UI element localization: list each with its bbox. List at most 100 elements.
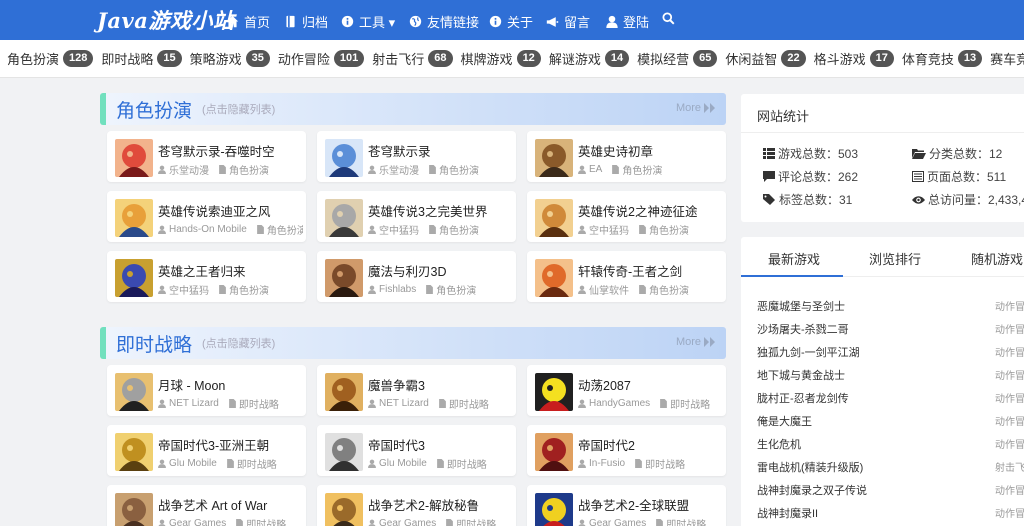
- category-item[interactable]: 格斗游戏 17: [814, 49, 894, 68]
- game-category[interactable]: 角色扮演: [267, 222, 303, 237]
- list-item-title[interactable]: 生化危机: [757, 439, 801, 451]
- list-item[interactable]: 战神封魔录II 动作冒险: [757, 505, 1024, 521]
- game-title[interactable]: 苍穹默示录: [368, 141, 508, 160]
- tab-view-ranking[interactable]: 浏览排行: [869, 249, 921, 268]
- game-category[interactable]: 角色扮演: [439, 222, 479, 237]
- game-title[interactable]: 苍穹默示录-吞噬时空: [158, 141, 298, 160]
- game-thumbnail[interactable]: [535, 373, 573, 411]
- section-toggle-hint[interactable]: (点击隐藏列表): [202, 335, 275, 351]
- game-thumbnail[interactable]: [535, 199, 573, 237]
- game-category[interactable]: 即时战略: [666, 516, 706, 526]
- game-thumbnail[interactable]: [535, 259, 573, 297]
- game-card[interactable]: 英雄传说2之神迹征途 空中猛犸 角色扮演: [527, 191, 726, 242]
- game-title[interactable]: 帝国时代2: [578, 435, 718, 454]
- list-item-title[interactable]: 恶魔城堡与圣剑士: [757, 301, 845, 313]
- game-thumbnail[interactable]: [325, 259, 363, 297]
- game-category[interactable]: 角色扮演: [436, 282, 476, 297]
- list-item-title[interactable]: 俺是大魔王: [757, 416, 812, 428]
- category-item[interactable]: 体育竞技 13: [902, 49, 983, 68]
- game-card[interactable]: 英雄传说索迪亚之风 Hands-On Mobile 角色扮演: [107, 191, 306, 242]
- tab-random-games[interactable]: 随机游戏: [971, 249, 1023, 268]
- game-thumbnail[interactable]: [535, 493, 573, 526]
- game-card[interactable]: 苍穹默示录 乐堂动漫 角色扮演: [317, 131, 516, 182]
- category-item[interactable]: 棋牌游戏 12: [461, 49, 541, 68]
- more-link[interactable]: More: [676, 336, 716, 348]
- game-category[interactable]: 即时战略: [670, 396, 710, 411]
- nav-login[interactable]: 登陆: [605, 12, 649, 31]
- game-thumbnail[interactable]: [115, 199, 153, 237]
- game-title[interactable]: 英雄之王者归来: [158, 261, 298, 280]
- game-title[interactable]: 战争艺术 Art of War: [158, 495, 298, 514]
- list-item-title[interactable]: 雷电战机(精装升级版): [757, 462, 863, 474]
- game-card[interactable]: 帝国时代2 In-Fusio 即时战略: [527, 425, 726, 476]
- game-category[interactable]: 角色扮演: [622, 162, 662, 177]
- category-item[interactable]: 模拟经营 65: [637, 49, 718, 68]
- game-card[interactable]: 英雄传说3之完美世界 空中猛犸 角色扮演: [317, 191, 516, 242]
- game-thumbnail[interactable]: [115, 373, 153, 411]
- game-card[interactable]: 月球 - Moon NET Lizard 即时战略: [107, 365, 306, 416]
- game-card[interactable]: 战争艺术 Art of War Gear Games 即时战略: [107, 485, 306, 526]
- list-item-title[interactable]: 沙场屠夫-杀戮二哥: [757, 324, 849, 336]
- list-item[interactable]: 雷电战机(精装升级版) 射击飞行: [757, 459, 1024, 475]
- game-title[interactable]: 英雄史诗初章: [578, 141, 718, 160]
- game-title[interactable]: 月球 - Moon: [158, 375, 298, 394]
- category-item[interactable]: 赛车竞速25: [990, 49, 1024, 68]
- category-item[interactable]: 休闲益智 22: [725, 49, 806, 68]
- game-category[interactable]: 即时战略: [246, 516, 286, 526]
- site-logo[interactable]: Java游戏小站: [97, 5, 234, 35]
- list-item[interactable]: 地下城与黄金战士 动作冒险: [757, 367, 1024, 383]
- game-category[interactable]: 即时战略: [239, 396, 279, 411]
- game-category[interactable]: 即时战略: [447, 456, 487, 471]
- category-item[interactable]: 动作冒险 101: [278, 49, 365, 68]
- game-thumbnail[interactable]: [325, 373, 363, 411]
- category-item[interactable]: 解谜游戏 14: [549, 49, 630, 68]
- more-link[interactable]: More: [676, 102, 716, 114]
- list-item[interactable]: 生化危机 动作冒险: [757, 436, 1024, 452]
- game-thumbnail[interactable]: [325, 199, 363, 237]
- game-card[interactable]: 魔法与利刃3D Fishlabs 角色扮演: [317, 251, 516, 302]
- game-category[interactable]: 即时战略: [449, 396, 489, 411]
- game-thumbnail[interactable]: [325, 139, 363, 177]
- game-card[interactable]: 魔兽争霸3 NET Lizard 即时战略: [317, 365, 516, 416]
- list-item-title[interactable]: 胧村正-忍者龙剑传: [757, 393, 849, 405]
- game-card[interactable]: 战争艺术2-解放秘鲁 Gear Games 即时战略: [317, 485, 516, 526]
- game-card[interactable]: 英雄之王者归来 空中猛犸 角色扮演: [107, 251, 306, 302]
- game-category[interactable]: 角色扮演: [649, 222, 689, 237]
- game-thumbnail[interactable]: [115, 433, 153, 471]
- game-card[interactable]: 战争艺术2-全球联盟 Gear Games 即时战略: [527, 485, 726, 526]
- game-title[interactable]: 英雄传说索迪亚之风: [158, 201, 298, 220]
- game-thumbnail[interactable]: [115, 259, 153, 297]
- game-title[interactable]: 战争艺术2-全球联盟: [578, 495, 718, 514]
- category-item[interactable]: 角色扮演 128: [7, 49, 94, 68]
- game-category[interactable]: 角色扮演: [229, 282, 269, 297]
- nav-tools[interactable]: 工具 ▾: [341, 12, 395, 31]
- search-button[interactable]: [662, 12, 675, 25]
- nav-friend-links[interactable]: 友情链接: [409, 12, 479, 31]
- nav-guestbook[interactable]: 留言: [546, 12, 590, 31]
- game-title[interactable]: 英雄传说2之神迹征途: [578, 201, 718, 220]
- game-category[interactable]: 即时战略: [645, 456, 685, 471]
- game-card[interactable]: 轩辕传奇-王者之剑 仙掌软件 角色扮演: [527, 251, 726, 302]
- list-item[interactable]: 沙场屠夫-杀戮二哥 动作冒险: [757, 321, 1024, 337]
- list-item-title[interactable]: 战神封魔录II: [757, 508, 818, 520]
- nav-archive[interactable]: 归档: [284, 12, 328, 31]
- game-title[interactable]: 英雄传说3之完美世界: [368, 201, 508, 220]
- game-card[interactable]: 动荡2087 HandyGames 即时战略: [527, 365, 726, 416]
- category-item[interactable]: 策略游戏 35: [190, 49, 270, 68]
- nav-about[interactable]: 关于: [489, 12, 533, 31]
- game-title[interactable]: 魔兽争霸3: [368, 375, 508, 394]
- tab-latest-games[interactable]: 最新游戏: [768, 249, 820, 268]
- nav-home[interactable]: 首页: [226, 12, 270, 31]
- game-category[interactable]: 角色扮演: [229, 162, 269, 177]
- game-thumbnail[interactable]: [325, 433, 363, 471]
- section-toggle-hint[interactable]: (点击隐藏列表): [202, 101, 275, 117]
- game-thumbnail[interactable]: [115, 493, 153, 526]
- category-item[interactable]: 即时战略 15: [101, 49, 182, 68]
- list-item[interactable]: 恶魔城堡与圣剑士 动作冒险: [757, 298, 1024, 314]
- game-category[interactable]: 角色扮演: [649, 282, 689, 297]
- section-header[interactable]: 角色扮演 (点击隐藏列表) More: [100, 93, 726, 125]
- game-category[interactable]: 即时战略: [456, 516, 496, 526]
- game-title[interactable]: 轩辕传奇-王者之剑: [578, 261, 718, 280]
- game-card[interactable]: 苍穹默示录-吞噬时空 乐堂动漫 角色扮演: [107, 131, 306, 182]
- list-item[interactable]: 俺是大魔王 动作冒险: [757, 413, 1024, 429]
